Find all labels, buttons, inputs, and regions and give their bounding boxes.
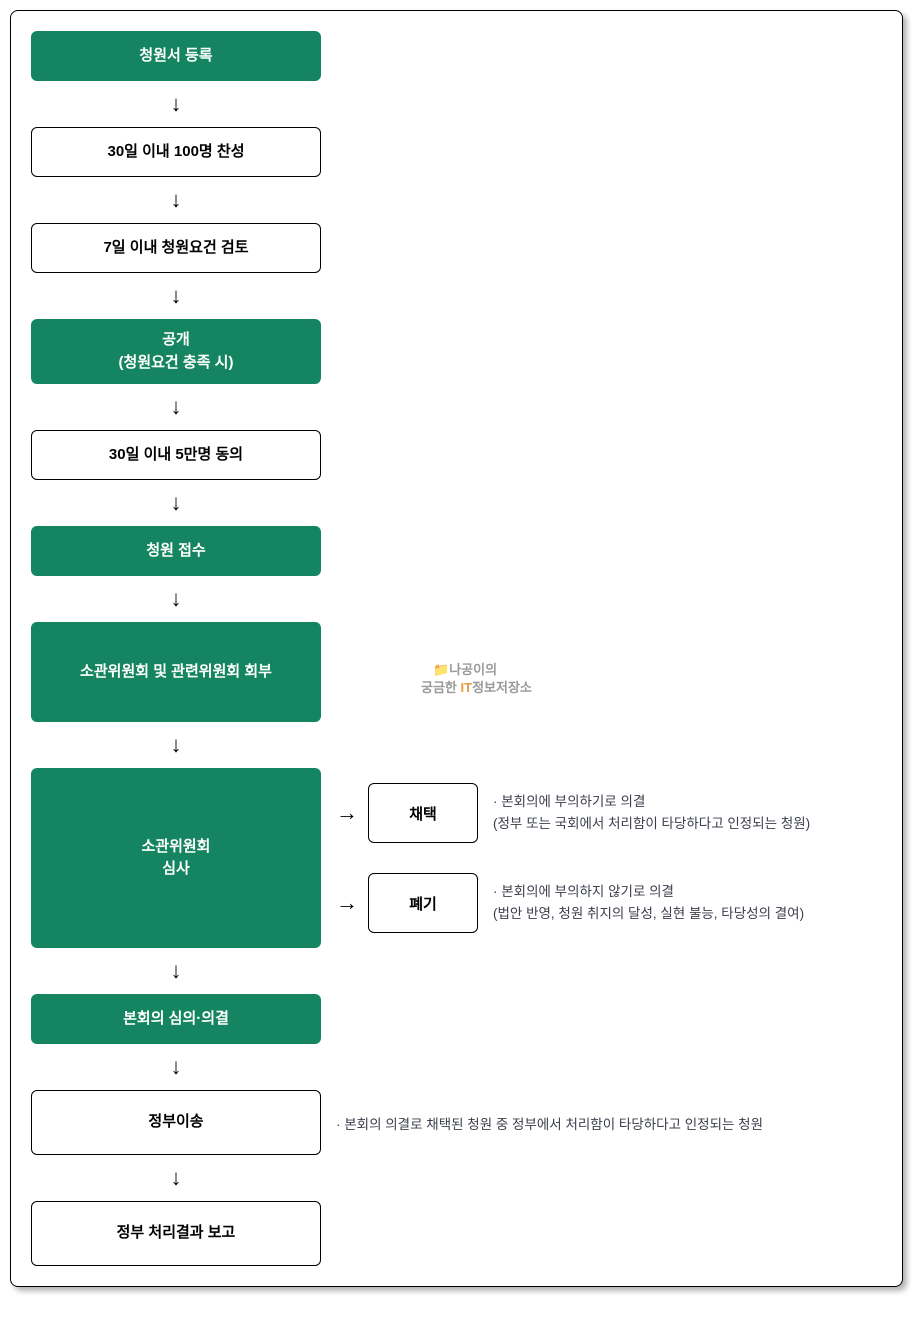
step-publish-label-1: 공개 xyxy=(162,329,190,352)
branch-discard-box: 폐기 xyxy=(368,873,478,933)
step-govt-transfer-label: 정부이송 xyxy=(148,1111,203,1134)
arrow-down-icon: ↓ xyxy=(171,732,182,758)
note-transfer-text: · 본회의 의결로 채택된 청원 중 정부에서 처리함이 타당하다고 인정되는 … xyxy=(336,1117,763,1132)
main-flow-column-bottom: ↓ 본회의 심의·의결 ↓ xyxy=(31,948,321,1090)
arrow-right-icon: → xyxy=(336,800,358,826)
note-discard-line1: · 본회의에 부의하지 않기로 의결 xyxy=(493,881,804,903)
note-discard-line2: (법안 반영, 청원 취지의 달성, 실현 불능, 타당성의 결여) xyxy=(493,903,804,925)
branch-adopt-box: 채택 xyxy=(368,783,478,843)
note-adopt-line2: (정부 또는 국회에서 처리함이 타당하다고 인정되는 청원) xyxy=(493,813,810,835)
step-register-label: 청원서 등록 xyxy=(139,45,212,68)
arrow-down-icon: ↓ xyxy=(171,490,182,516)
branch-adopt-row: → 채택 · 본회의에 부의하기로 의결 (정부 또는 국회에서 처리함이 타당… xyxy=(336,783,810,843)
step-publish-label-2: (청원요건 충족 시) xyxy=(119,352,234,375)
step-100-approve: 30일 이내 100명 찬성 xyxy=(31,127,321,177)
step-publish: 공개 (청원요건 충족 시) xyxy=(31,319,321,384)
arrow-down-icon: ↓ xyxy=(171,586,182,612)
arrow-down-icon: ↓ xyxy=(171,187,182,213)
review-branch-row: 소관위원회 심사 → 채택 · 본회의에 부의하기로 의결 (정부 또는 국회에… xyxy=(31,768,882,948)
branch-column: → 채택 · 본회의에 부의하기로 의결 (정부 또는 국회에서 처리함이 타당… xyxy=(336,768,810,948)
arrow-right-icon: → xyxy=(336,890,358,916)
transfer-row: 정부이송 · 본회의 의결로 채택된 청원 중 정부에서 처리함이 타당하다고 … xyxy=(31,1090,882,1155)
watermark-text-1: 나공이의 xyxy=(449,662,497,677)
step-plenary-deliberation: 본회의 심의·의결 xyxy=(31,994,321,1044)
arrow-down-icon: ↓ xyxy=(171,283,182,309)
step-govt-transfer: 정부이송 xyxy=(31,1090,321,1155)
watermark: 📁나공이의 궁금한 IT정보저장소 xyxy=(421,661,532,697)
note-adopt: · 본회의에 부의하기로 의결 (정부 또는 국회에서 처리함이 타당하다고 인… xyxy=(493,791,810,834)
note-transfer: · 본회의 의결로 채택된 청원 중 정부에서 처리함이 타당하다고 인정되는 … xyxy=(336,1113,763,1133)
step-receipt: 청원 접수 xyxy=(31,526,321,576)
main-flow-column: 청원서 등록 ↓ 30일 이내 100명 찬성 ↓ 7일 이내 청원요건 검토 … xyxy=(31,31,321,768)
step-50k-agree: 30일 이내 5만명 동의 xyxy=(31,430,321,480)
arrow-down-icon: ↓ xyxy=(171,1054,182,1080)
flowchart-container: 📁나공이의 궁금한 IT정보저장소 청원서 등록 ↓ 30일 이내 100명 찬… xyxy=(10,10,903,1287)
branch-discard-row: → 폐기 · 본회의에 부의하지 않기로 의결 (법안 반영, 청원 취지의 달… xyxy=(336,873,810,933)
step-review-7days-label: 7일 이내 청원요건 검토 xyxy=(103,237,248,260)
step-committee-referral: 소관위원회 및 관련위원회 회부 xyxy=(31,622,321,722)
watermark-text-2b: IT xyxy=(461,680,473,695)
step-committee-referral-label: 소관위원회 및 관련위원회 회부 xyxy=(80,661,272,684)
arrow-down-icon: ↓ xyxy=(171,958,182,984)
step-govt-report: 정부 처리결과 보고 xyxy=(31,1201,321,1266)
arrow-down-icon: ↓ xyxy=(171,91,182,117)
note-discard: · 본회의에 부의하지 않기로 의결 (법안 반영, 청원 취지의 달성, 실현… xyxy=(493,881,804,924)
step-govt-report-label: 정부 처리결과 보고 xyxy=(117,1222,236,1245)
step-committee-review: 소관위원회 심사 xyxy=(31,768,321,948)
arrow-down-icon: ↓ xyxy=(171,394,182,420)
step-review-7days: 7일 이내 청원요건 검토 xyxy=(31,223,321,273)
branch-adopt-label: 채택 xyxy=(409,803,437,824)
watermark-icon: 📁 xyxy=(433,662,449,677)
arrow-down-icon: ↓ xyxy=(171,1165,182,1191)
step-50k-agree-label: 30일 이내 5만명 동의 xyxy=(109,444,243,467)
watermark-text-2c: 정보저장소 xyxy=(472,680,532,695)
step-receipt-label: 청원 접수 xyxy=(146,540,205,563)
main-flow-column-end: ↓ 정부 처리결과 보고 xyxy=(31,1155,321,1266)
step-100-approve-label: 30일 이내 100명 찬성 xyxy=(107,141,244,164)
watermark-text-2a: 궁금한 xyxy=(421,680,461,695)
branch-discard-label: 폐기 xyxy=(409,893,437,914)
step-committee-review-label-2: 심사 xyxy=(162,858,190,881)
note-adopt-line1: · 본회의에 부의하기로 의결 xyxy=(493,791,810,813)
step-register: 청원서 등록 xyxy=(31,31,321,81)
step-committee-review-label-1: 소관위원회 xyxy=(141,836,210,859)
step-plenary-deliberation-label: 본회의 심의·의결 xyxy=(123,1008,229,1031)
